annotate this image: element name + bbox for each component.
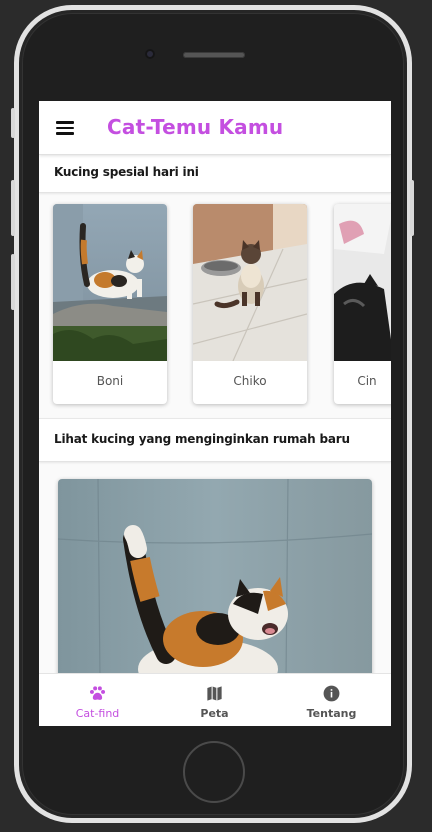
nav-item-cat-find[interactable]: Cat-find [39, 674, 156, 726]
volume-up-button [11, 180, 15, 236]
cat-card-chiko[interactable]: Chiko [193, 204, 307, 404]
cat-card-boni[interactable]: Boni [53, 204, 167, 404]
bottom-navigation: Cat-find Peta Tentang [39, 673, 391, 726]
adoption-cat-photo [58, 479, 372, 673]
cat-name: Boni [96, 374, 124, 388]
scroll-content[interactable]: Kucing spesial hari ini Boni Chiko Cin L… [39, 155, 391, 673]
nav-item-tentang[interactable]: Tentang [273, 674, 390, 726]
earpiece-speaker [183, 52, 245, 58]
nav-label: Peta [200, 707, 229, 720]
adoption-heading: Lihat kucing yang menginginkan rumah bar… [54, 432, 350, 446]
paw-icon [89, 686, 106, 700]
adoption-section-header: Lihat kucing yang menginginkan rumah bar… [39, 418, 391, 462]
app-screen: Cat-Temu Kamu Kucing spesial hari ini Bo… [39, 101, 391, 726]
nav-label: Tentang [306, 707, 357, 720]
home-button[interactable] [183, 741, 245, 803]
app-bar: Cat-Temu Kamu [39, 101, 391, 155]
cat-name: Chiko [233, 374, 267, 388]
front-camera [145, 49, 155, 59]
cat-card-third[interactable]: Cin [334, 204, 391, 404]
cat-name: Cin [357, 374, 377, 388]
cat-photo-chiko [193, 204, 307, 361]
app-title: Cat-Temu Kamu [107, 115, 284, 139]
adoption-cat-card[interactable] [58, 479, 372, 673]
nav-label: Cat-find [75, 707, 120, 720]
info-icon [323, 685, 340, 702]
volume-down-button [11, 254, 15, 310]
mute-switch [11, 108, 15, 138]
featured-section-header: Kucing spesial hari ini [39, 155, 391, 193]
cat-photo-boni [53, 204, 167, 361]
nav-item-peta[interactable]: Peta [156, 674, 273, 726]
cat-photo-third [334, 204, 391, 361]
map-icon [207, 686, 222, 701]
hamburger-menu-icon[interactable] [56, 121, 74, 135]
power-button [410, 180, 414, 236]
featured-heading: Kucing spesial hari ini [54, 165, 199, 179]
